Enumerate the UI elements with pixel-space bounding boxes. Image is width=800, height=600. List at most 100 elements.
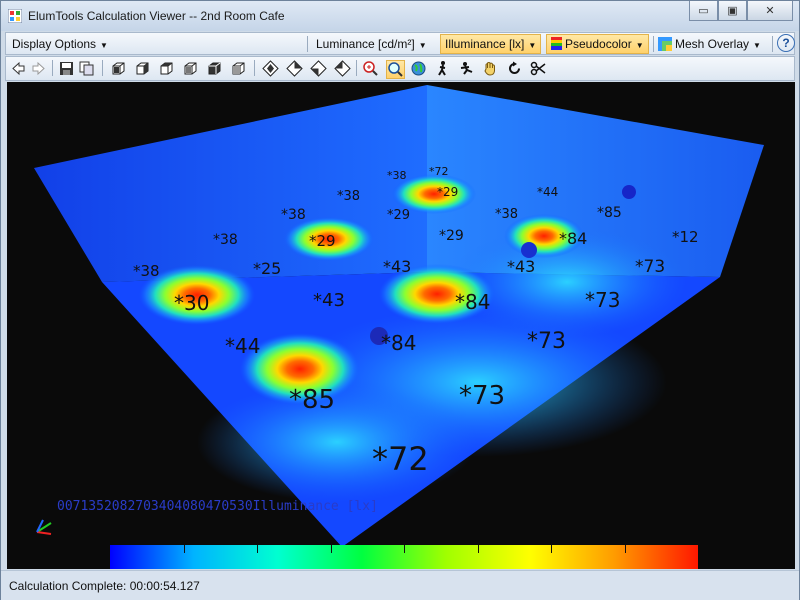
toolbar-separator <box>356 60 357 76</box>
chevron-down-icon: ▼ <box>528 41 537 50</box>
orbit-2-icon[interactable] <box>286 60 303 77</box>
floor-point-label: *25 <box>253 259 281 278</box>
floor-point-label: *72 <box>429 165 449 178</box>
pseudocolor-icon <box>551 37 562 50</box>
help-button[interactable]: ? <box>777 34 795 52</box>
wall-point-label: *38 <box>387 169 407 182</box>
color-scale-ticks <box>110 545 698 553</box>
navigation-toolbar <box>5 56 795 81</box>
toolbar-separator <box>307 36 308 52</box>
calculation-viewer-window: ElumTools Calculation Viewer -- 2nd Room… <box>0 0 800 600</box>
floor-point-label: *29 <box>387 208 410 223</box>
orbit-3-icon[interactable] <box>310 60 327 77</box>
mesh-overlay-icon <box>658 37 672 51</box>
close-button[interactable]: ✕ <box>747 1 793 21</box>
status-bar: Calculation Complete: 00:00:54.127 <box>1 570 799 600</box>
floor-point-label: *38 <box>213 232 238 248</box>
toolbar-separator <box>52 60 53 76</box>
toolbar-separator <box>772 36 773 52</box>
save-icon[interactable] <box>58 60 75 77</box>
mesh-overlay-dropdown[interactable]: Mesh Overlay ▼ <box>658 36 761 52</box>
pseudocolor-dropdown[interactable]: Pseudocolor ▼ <box>546 34 649 54</box>
view-back-icon[interactable] <box>134 60 151 77</box>
floor-point-label: *85 <box>597 205 622 221</box>
floor-point-label: *84 <box>381 331 416 355</box>
floor-point-label: *44 <box>225 334 260 358</box>
legend-overlay-text: 0071352082703404080470530Illuminance [lx… <box>57 499 378 514</box>
globe-icon[interactable] <box>410 60 427 77</box>
display-options-label: Display Options <box>12 37 97 51</box>
floor-point-label: *29 <box>439 228 464 244</box>
view-right-icon[interactable] <box>182 60 199 77</box>
floor-point-label: *43 <box>383 257 411 276</box>
orbit-4-icon[interactable] <box>334 60 351 77</box>
chevron-down-icon: ▼ <box>635 41 644 50</box>
toolbar-separator <box>254 60 255 76</box>
floor-point-label: *73 <box>527 329 566 354</box>
floor-point-label: *85 <box>289 385 335 415</box>
luminaire-sphere <box>521 242 537 258</box>
floor-point-label: *12 <box>672 228 699 246</box>
display-options-menu[interactable]: Display Options ▼ <box>12 36 108 52</box>
color-scale-tick <box>551 545 552 553</box>
3d-viewport[interactable]: *38 *25 *30 *44 *85 *38 *29 *43 *84 *72 … <box>7 82 795 569</box>
floor-point-label: *38 <box>337 189 360 204</box>
color-scale-tick <box>404 545 405 553</box>
room-render: *38 *25 *30 *44 *85 *38 *29 *43 *84 *72 … <box>7 82 795 569</box>
floor-point-label: *72 <box>372 440 429 478</box>
help-icon: ? <box>782 36 790 50</box>
floor-point-label: *38 <box>281 207 306 223</box>
color-scale-tick <box>183 545 185 553</box>
floor-point-label: *73 <box>585 288 620 312</box>
luminance-dropdown[interactable]: Luminance [cd/m²] ▼ <box>316 36 427 52</box>
title-bar[interactable]: ElumTools Calculation Viewer -- 2nd Room… <box>1 1 799 31</box>
display-toolbar: Display Options ▼ Luminance [cd/m²] ▼ Illu… <box>5 32 795 55</box>
back-arrow-icon[interactable] <box>10 60 27 77</box>
floor-point-label: *29 <box>309 232 336 250</box>
app-icon <box>8 9 22 23</box>
color-scale-tick <box>624 545 626 553</box>
floor-point-label: *43 <box>507 257 535 276</box>
floor-point-label: *38 <box>495 207 518 222</box>
zoom-window-icon[interactable] <box>386 60 405 79</box>
luminance-label: Luminance [cd/m²] <box>316 37 415 51</box>
floor-glow <box>197 382 477 502</box>
toolbar-separator <box>653 36 654 52</box>
floor-point-label: *73 <box>635 257 665 277</box>
fly-icon[interactable] <box>458 60 475 77</box>
copy-icon[interactable] <box>78 60 95 77</box>
view-front-icon[interactable] <box>110 60 127 77</box>
chevron-down-icon: ▼ <box>418 41 427 50</box>
view-top-icon[interactable] <box>206 60 223 77</box>
color-scale-tick <box>257 545 258 553</box>
color-scale-tick <box>477 545 479 553</box>
luminaire-sphere <box>622 185 636 199</box>
maximize-button[interactable]: ▣ <box>718 1 747 21</box>
floor-point-label: *44 <box>537 185 558 199</box>
scissors-icon[interactable] <box>530 60 547 77</box>
color-scale-tick <box>330 545 332 553</box>
view-left-icon[interactable] <box>158 60 175 77</box>
chevron-down-icon: ▼ <box>100 41 108 50</box>
minimize-icon: ▭ <box>698 5 709 17</box>
chevron-down-icon: ▼ <box>753 41 761 50</box>
zoom-extents-icon[interactable] <box>362 60 379 77</box>
floor-point-label: *84 <box>455 290 490 314</box>
pseudocolor-label: Pseudocolor <box>565 37 632 51</box>
floor-point-label: *73 <box>459 381 505 411</box>
forward-arrow-icon[interactable] <box>30 60 47 77</box>
refresh-icon[interactable] <box>506 60 523 77</box>
mesh-overlay-label: Mesh Overlay <box>675 37 750 51</box>
close-icon: ✕ <box>765 5 775 17</box>
toolbar-separator <box>102 60 103 76</box>
walk-icon[interactable] <box>434 60 451 77</box>
minimize-button[interactable]: ▭ <box>689 1 718 21</box>
illuminance-label: Illuminance [lx] <box>445 37 525 51</box>
floor-point-label: *43 <box>313 290 345 311</box>
wall-point-label: *29 <box>437 185 458 199</box>
hand-icon[interactable] <box>482 60 499 77</box>
illuminance-dropdown[interactable]: Illuminance [lx] ▼ <box>440 34 542 54</box>
view-iso-icon[interactable] <box>230 60 247 77</box>
orbit-1-icon[interactable] <box>262 60 279 77</box>
floor-point-label: *38 <box>133 262 160 280</box>
